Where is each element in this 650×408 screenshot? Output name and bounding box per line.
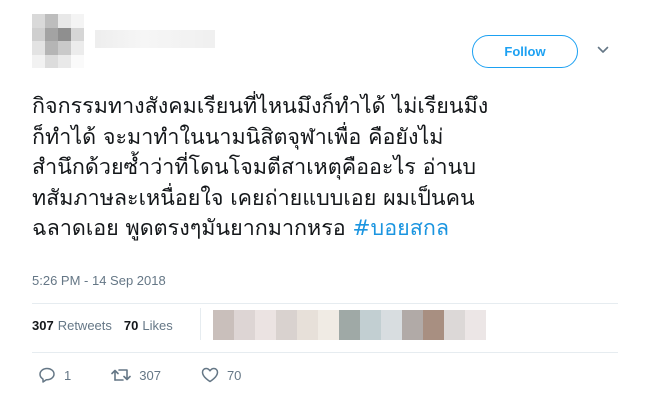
liker-avatars[interactable] <box>213 310 486 340</box>
tweet-line: ก็ทำได้ จะมาทำในนามนิสิตจุฬาเพื่อ คือยัง… <box>32 124 444 150</box>
like-count: 70 <box>226 367 242 383</box>
chevron-down-icon[interactable] <box>597 45 609 55</box>
likes-stat[interactable]: 70 Likes <box>124 318 173 333</box>
stats-separator <box>200 308 201 340</box>
reply-icon <box>39 367 55 383</box>
tweet-stats: 307 Retweets 70 Likes <box>32 318 173 333</box>
account-name-blurred[interactable] <box>95 30 215 48</box>
tweet-actions: 1 307 70 <box>38 366 281 384</box>
tweet-line: สำนึกด้วยซ้ำว่าที่โดนโจมตีสาเหตุคืออะไร … <box>32 155 476 180</box>
tweet-line: ทสัมภาษละเหนื่อยใจ เคยถ่ายแบบเอย ผมเป็นค… <box>32 185 475 211</box>
retweets-stat[interactable]: 307 Retweets <box>32 318 112 333</box>
tweet-timestamp[interactable]: 5:26 PM - 14 Sep 2018 <box>32 273 166 288</box>
reply-button[interactable]: 1 <box>38 366 71 384</box>
tweet-text: กิจกรรมทางสังคมเรียนที่ไหนมึงก็ทำได้ ไม่… <box>32 92 632 245</box>
divider <box>32 303 618 304</box>
retweet-icon <box>111 369 132 381</box>
tweet-line: ฉลาดเอย พูดตรงๆมันยากมากหรอ #บอยสกล <box>32 214 632 245</box>
retweets-count: 307 <box>32 318 54 333</box>
hashtag-link[interactable]: #บอยสกล <box>353 216 450 241</box>
divider <box>32 352 618 353</box>
retweets-label: Retweets <box>57 318 112 333</box>
tweet-line: กิจกรรมทางสังคมเรียนที่ไหนมึงก็ทำได้ ไม่… <box>32 94 489 119</box>
likes-label: Likes <box>142 318 173 333</box>
reply-count: 1 <box>64 367 72 383</box>
avatar[interactable] <box>32 14 84 68</box>
tweet-line-text: ฉลาดเอย พูดตรงๆมันยากมากหรอ <box>32 216 353 241</box>
retweet-button[interactable]: 307 <box>111 367 161 383</box>
like-icon <box>201 367 219 383</box>
like-button[interactable]: 70 <box>201 367 241 383</box>
retweet-count: 307 <box>139 367 161 383</box>
follow-button[interactable]: Follow <box>472 35 578 68</box>
likes-count: 70 <box>123 318 139 333</box>
